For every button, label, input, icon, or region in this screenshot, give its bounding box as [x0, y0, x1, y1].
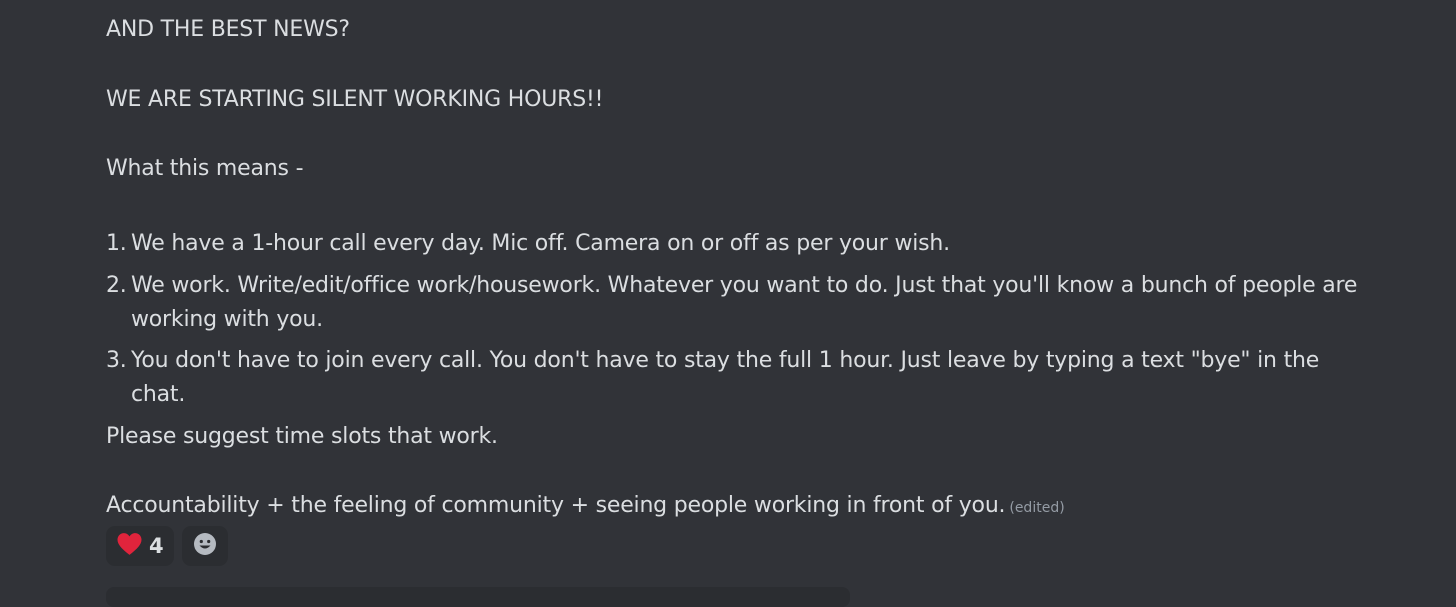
reaction-bar: 4	[106, 526, 228, 566]
list-item-number: 3.	[106, 348, 127, 373]
message-line-what-means: What this means -	[106, 156, 304, 181]
message-line-best-news: AND THE BEST NEWS?	[106, 17, 350, 42]
heart-reaction-count: 4	[149, 534, 164, 558]
add-reaction-button[interactable]	[181, 526, 228, 566]
list-item-number: 1.	[106, 231, 127, 256]
message-line-accountability-text: Accountability + the feeling of communit…	[106, 493, 1006, 518]
message-line-time-slots: Please suggest time slots that work.	[106, 424, 498, 449]
add-reaction-smile-icon	[193, 532, 217, 560]
message-line-silent-hours: WE ARE STARTING SILENT WORKING HOURS!!	[106, 87, 604, 112]
list-item-text: We have a 1-hour call every day. Mic off…	[131, 231, 950, 256]
heart-reaction-button[interactable]: 4	[106, 526, 174, 566]
red-heart-icon	[116, 532, 143, 560]
list-item: 1. We have a 1-hour call every day. Mic …	[106, 227, 1406, 261]
list-item: 3. You don't have to join every call. Yo…	[106, 344, 1406, 407]
list-item: 2. We work. Write/edit/office work/house…	[106, 269, 1406, 337]
list-item-number: 2.	[106, 273, 127, 298]
list-item-text: You don't have to join every call. You d…	[131, 348, 1320, 407]
message-line-accountability: Accountability + the feeling of communit…	[106, 491, 1065, 523]
next-embed-preview	[106, 587, 850, 607]
list-item-text: We work. Write/edit/office work/housewor…	[131, 273, 1358, 332]
edited-label: (edited)	[1009, 500, 1065, 516]
